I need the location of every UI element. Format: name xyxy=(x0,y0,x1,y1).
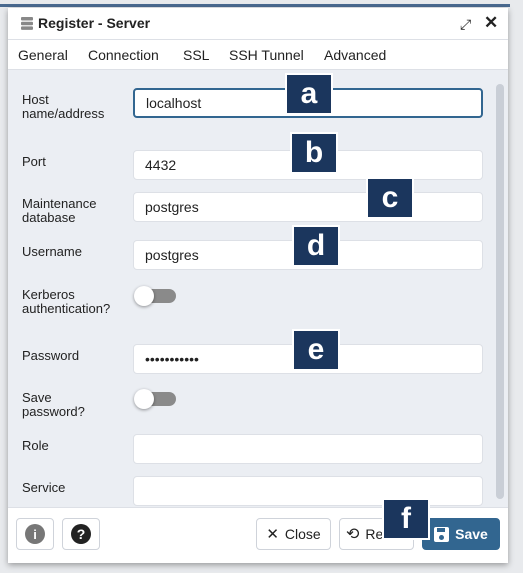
close-x-icon: ✕ xyxy=(266,526,279,543)
help-button[interactable]: ? xyxy=(62,518,100,550)
annotation-badge-d: d xyxy=(292,225,340,267)
tab-advanced[interactable]: Advanced xyxy=(324,47,386,63)
maximize-icon[interactable]: ⤢ xyxy=(460,16,471,33)
save-password-toggle[interactable] xyxy=(134,389,176,409)
annotation-badge-b: b xyxy=(290,132,338,174)
save-button[interactable]: Save xyxy=(422,518,500,550)
close-icon[interactable]: ✕ xyxy=(484,13,498,33)
host-label: Host name/address xyxy=(22,92,105,121)
annotation-badge-f: f xyxy=(382,498,430,540)
annotation-badge-e: e xyxy=(292,329,340,371)
dialog-title: Register - Server xyxy=(38,15,151,31)
background-window-edge xyxy=(0,4,510,7)
connection-form: Host name/address Port Maintenance datab… xyxy=(8,70,508,507)
password-label: Password xyxy=(22,348,80,363)
dialog-title-bar: Register - Server ⤢ ✕ xyxy=(8,8,508,40)
port-label: Port xyxy=(22,154,46,169)
server-icon xyxy=(21,17,33,30)
username-label: Username xyxy=(22,244,82,259)
service-label: Service xyxy=(22,480,66,495)
close-label: Close xyxy=(284,526,321,542)
annotation-badge-a: a xyxy=(285,73,333,115)
service-input[interactable] xyxy=(133,476,483,506)
floppy-disk-icon xyxy=(434,526,450,542)
reset-icon: ⟲ xyxy=(346,526,360,543)
annotation-badge-c: c xyxy=(366,177,414,219)
maintenance-db-input[interactable] xyxy=(133,192,483,222)
info-button[interactable]: i xyxy=(16,518,54,550)
close-button[interactable]: ✕ Close xyxy=(256,518,331,550)
scrollbar[interactable] xyxy=(496,84,504,499)
tab-bar: General Connection SSL SSH Tunnel Advanc… xyxy=(8,40,508,73)
register-server-dialog: Register - Server ⤢ ✕ General Connection… xyxy=(8,8,508,563)
save-label: Save xyxy=(455,526,488,542)
role-input[interactable] xyxy=(133,434,483,464)
help-icon: ? xyxy=(71,524,91,544)
info-icon: i xyxy=(25,524,45,544)
kerberos-toggle[interactable] xyxy=(134,286,176,306)
maintenance-db-label: Maintenance database xyxy=(22,196,97,225)
save-password-label: Save password? xyxy=(22,390,85,419)
tab-general[interactable]: General xyxy=(18,47,68,63)
role-label: Role xyxy=(22,438,49,453)
tab-ssh-tunnel[interactable]: SSH Tunnel xyxy=(229,47,304,63)
dialog-footer: i ? ✕Close ⟲Reset Save xyxy=(8,507,508,563)
tab-ssl[interactable]: SSL xyxy=(183,47,209,63)
kerberos-label: Kerberos authentication? xyxy=(22,287,111,316)
